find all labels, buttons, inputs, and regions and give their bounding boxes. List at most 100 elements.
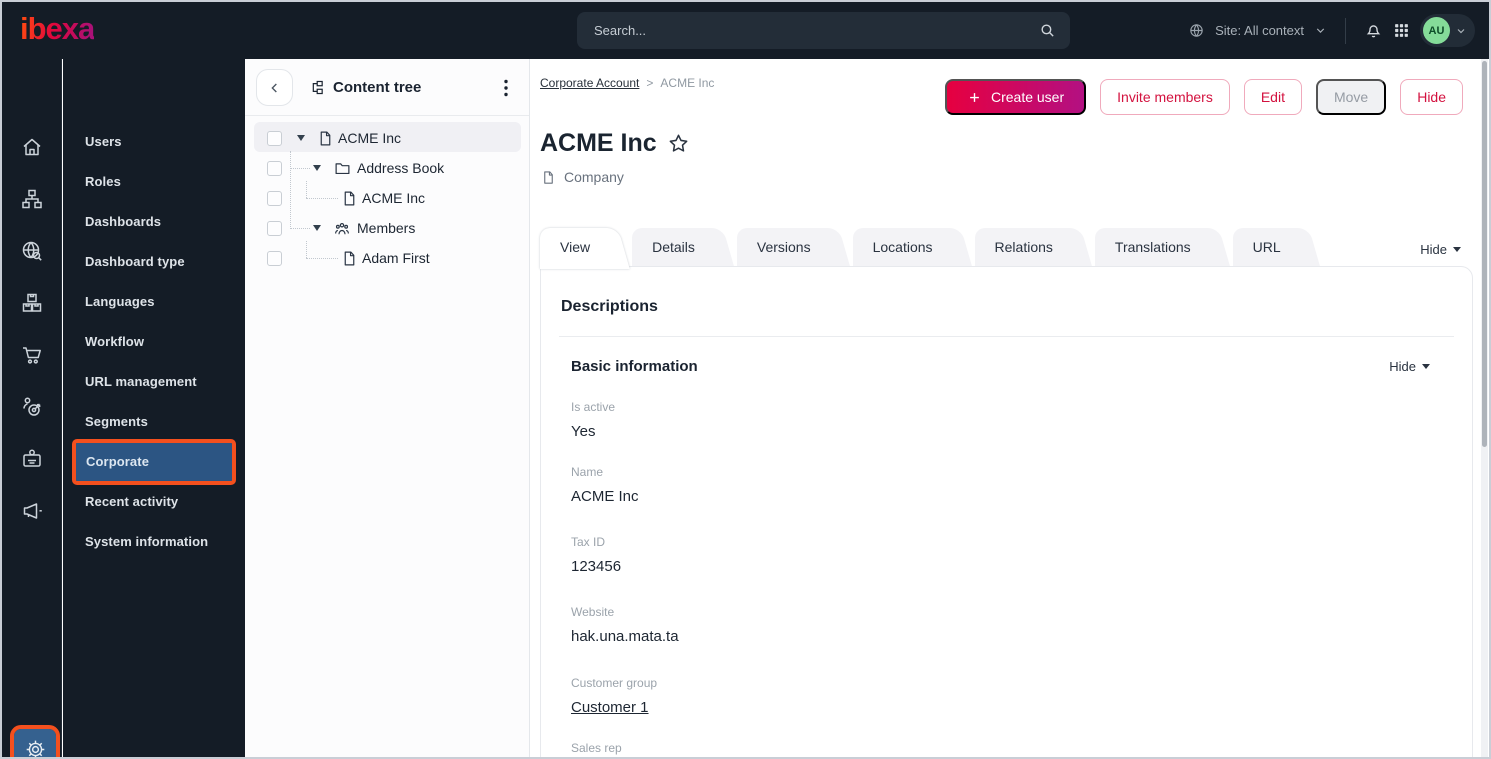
menu-item-workflow[interactable]: Workflow xyxy=(63,322,245,362)
corporate-badge-icon[interactable] xyxy=(20,447,44,471)
customer-group-link[interactable]: Customer 1 xyxy=(571,699,657,716)
file-icon xyxy=(544,170,553,184)
marketing-megaphone-icon[interactable] xyxy=(20,499,44,523)
tree-checkbox[interactable] xyxy=(267,250,282,266)
field-name: Name ACME Inc xyxy=(571,465,639,505)
content-tree-title: Content tree xyxy=(333,79,422,96)
global-search[interactable] xyxy=(577,12,1070,49)
ibexa-logo[interactable]: ibexa xyxy=(20,11,95,47)
tab-translations[interactable]: Translations xyxy=(1094,228,1221,266)
app-window: ibexa Site: All context xyxy=(0,0,1491,759)
home-icon[interactable] xyxy=(20,135,44,159)
tree-row-adam-first[interactable]: Adam First xyxy=(245,243,529,273)
site-globe-icon[interactable] xyxy=(20,239,44,263)
caret-down-icon xyxy=(1422,364,1430,369)
menu-item-roles[interactable]: Roles xyxy=(63,162,245,202)
tree-checkbox[interactable] xyxy=(267,160,282,176)
menu-item-dashboard-type[interactable]: Dashboard type xyxy=(63,242,245,282)
commerce-cart-icon[interactable] xyxy=(20,343,44,367)
field-label: Name xyxy=(571,465,604,479)
file-icon xyxy=(341,190,358,207)
tab-bar: View Details Versions Locations Relation… xyxy=(540,228,1311,269)
caret-down-icon xyxy=(1453,247,1461,252)
menu-item-recent-activity[interactable]: Recent activity xyxy=(63,482,245,522)
chevron-down-icon xyxy=(1457,28,1465,33)
scrollbar-thumb[interactable] xyxy=(1482,61,1487,447)
chevron-down-icon[interactable] xyxy=(1314,24,1327,37)
top-bar: ibexa Site: All context xyxy=(2,2,1489,59)
field-value: ACME Inc xyxy=(571,488,639,505)
search-icon[interactable] xyxy=(1039,22,1056,39)
file-icon xyxy=(317,130,334,147)
bell-icon[interactable] xyxy=(1364,21,1383,40)
folder-icon xyxy=(334,160,351,177)
tab-relations[interactable]: Relations xyxy=(974,228,1083,266)
tab-locations[interactable]: Locations xyxy=(852,228,963,266)
user-menu[interactable]: AU xyxy=(1420,14,1475,47)
gear-icon[interactable] xyxy=(24,738,47,757)
tree-panel-divider xyxy=(245,115,529,116)
breadcrumb-link-corporate-account[interactable]: Corporate Account xyxy=(540,76,639,90)
menu-item-system-information[interactable]: System information xyxy=(63,522,245,562)
tree-checkbox[interactable] xyxy=(267,190,282,206)
content-type-label: Company xyxy=(564,169,624,185)
expander-caret-icon[interactable] xyxy=(313,165,321,171)
expander-caret-icon[interactable] xyxy=(313,225,321,231)
kebab-menu-icon[interactable] xyxy=(497,78,515,98)
field-label: Tax ID xyxy=(571,535,606,549)
tree-node-label[interactable]: Members xyxy=(357,220,415,236)
move-button[interactable]: Move xyxy=(1315,79,1387,115)
field-label: Is active xyxy=(571,400,616,414)
tree-node-label[interactable]: ACME Inc xyxy=(362,190,425,206)
tab-bar-hide-toggle[interactable]: Hide xyxy=(1420,242,1461,257)
hide-button[interactable]: Hide xyxy=(1400,79,1463,115)
app-grid-icon[interactable] xyxy=(1393,22,1410,39)
content-tree-header: Content tree xyxy=(308,79,421,96)
menu-item-dashboards[interactable]: Dashboards xyxy=(63,202,245,242)
tree-node-label[interactable]: Address Book xyxy=(357,160,444,176)
tree-row-address-book[interactable]: Address Book xyxy=(245,153,529,183)
tree-node-label[interactable]: Adam First xyxy=(362,250,430,266)
avatar[interactable]: AU xyxy=(1423,17,1450,44)
site-context-selector[interactable]: Site: All context xyxy=(1215,23,1304,38)
bookmark-star-icon[interactable] xyxy=(667,132,690,155)
menu-item-corporate[interactable]: Corporate xyxy=(72,439,236,485)
personalization-target-icon[interactable] xyxy=(20,395,44,419)
tab-view[interactable]: View xyxy=(540,228,620,269)
content-type-row: Company xyxy=(541,169,624,185)
tree-row-members[interactable]: Members xyxy=(245,213,529,243)
field-customer-group: Customer group Customer 1 xyxy=(571,676,657,716)
menu-item-users[interactable]: Users xyxy=(63,122,245,162)
field-label: Sales rep xyxy=(571,741,622,755)
menu-item-url-management[interactable]: URL management xyxy=(63,362,245,402)
tree-row-acme-inc-child[interactable]: ACME Inc xyxy=(245,183,529,213)
content-structure-icon[interactable] xyxy=(20,187,44,211)
tab-url[interactable]: URL xyxy=(1232,228,1311,266)
expander-caret-icon[interactable] xyxy=(297,135,305,141)
globe-icon xyxy=(1188,22,1205,39)
tree-node-label[interactable]: ACME Inc xyxy=(338,130,401,146)
menu-item-segments[interactable]: Segments xyxy=(63,402,245,442)
breadcrumb-separator: > xyxy=(646,76,654,90)
invite-members-button[interactable]: Invite members xyxy=(1100,79,1230,115)
edit-button[interactable]: Edit xyxy=(1243,79,1302,115)
field-is-active: Is active Yes xyxy=(571,400,615,440)
field-group-hide-toggle[interactable]: Hide xyxy=(1389,359,1430,374)
collapse-tree-button[interactable] xyxy=(256,69,293,106)
tree-checkbox[interactable] xyxy=(267,130,282,146)
tab-versions[interactable]: Versions xyxy=(736,228,841,266)
view-tab-panel: Descriptions Basic information Hide Is a… xyxy=(540,266,1473,757)
field-label: Website xyxy=(571,605,615,619)
menu-item-languages[interactable]: Languages xyxy=(63,282,245,322)
field-value: hak.una.mata.ta xyxy=(571,628,679,645)
field-group-title: Basic information xyxy=(571,358,698,375)
field-tax-id: Tax ID 123456 xyxy=(571,535,621,575)
tree-row-acme-inc[interactable]: ACME Inc xyxy=(245,123,529,153)
product-blocks-icon[interactable] xyxy=(20,291,44,315)
create-user-button[interactable]: Create user xyxy=(944,79,1087,115)
chevron-left-icon xyxy=(270,83,277,92)
tree-checkbox[interactable] xyxy=(267,220,282,236)
search-input[interactable] xyxy=(594,23,1039,38)
settings-highlight-annotation xyxy=(10,725,60,757)
tab-details[interactable]: Details xyxy=(632,228,725,266)
